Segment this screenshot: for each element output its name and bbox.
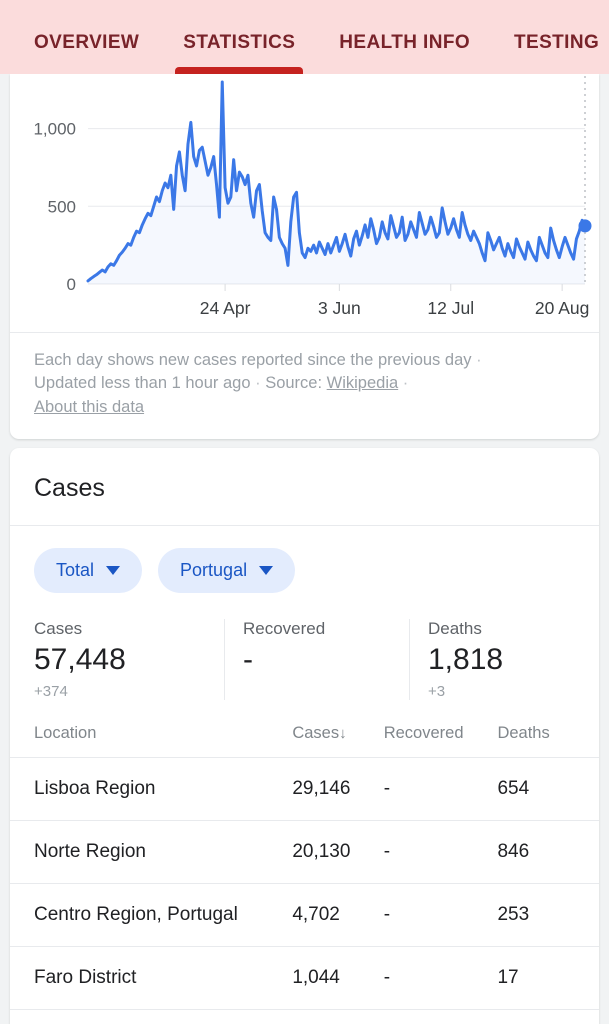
cell-deaths: 17 (497, 946, 599, 1010)
svg-text:3 Jun: 3 Jun (318, 298, 361, 318)
svg-text:0: 0 (67, 275, 76, 294)
chevron-down-icon (106, 566, 121, 576)
tab-statistics-label: STATISTICS (183, 32, 296, 53)
cell-recovered: - (384, 1009, 498, 1024)
tab-testing[interactable]: TESTING (492, 32, 609, 74)
cell-cases: 1,044 (292, 946, 384, 1010)
table-row[interactable]: Centro Region, Portugal 4,702-253 (10, 883, 599, 947)
footnote-sep-1: · (476, 351, 482, 369)
cell-recovered: - (383, 820, 498, 884)
svg-text:20 Aug: 20 Aug (535, 298, 590, 318)
cell-recovered: - (383, 757, 498, 821)
chip-portugal[interactable]: Portugal (158, 548, 296, 594)
chip-total-label: Total (56, 560, 95, 581)
tab-statistics[interactable]: STATISTICS (161, 32, 317, 74)
cases-card: Cases Total Portugal Cases 57,448 +374 R… (10, 448, 599, 1024)
footnote-sep-3: · (402, 374, 409, 393)
sort-descending-icon: ↓ (339, 724, 347, 742)
summary-stats: Cases 57,448 +374 Recovered - Deaths 1,8… (10, 615, 599, 718)
source-link-wikipedia[interactable]: Wikipedia (327, 374, 399, 392)
filter-chip-row: Total Portugal (10, 526, 599, 615)
svg-text:500: 500 (48, 197, 76, 216)
cell-location: Lisboa Region (10, 757, 293, 821)
cell-location: Centro Region, Portugal (10, 883, 293, 947)
stat-cases: Cases 57,448 +374 (34, 619, 224, 700)
stat-recovered-value: - (243, 643, 253, 677)
new-cases-chart[interactable]: 0 500 1,000 24 Apr 3 Jun 12 Jul 20 Aug (10, 74, 599, 332)
cell-cases: 20,130 (292, 820, 384, 884)
footnote-line1: Each day shows new cases reported since … (34, 351, 472, 369)
cell-deaths: 654 (497, 757, 599, 821)
cell-cases: 4,702 (292, 883, 384, 947)
tab-health-info-label: HEALTH INFO (339, 32, 470, 53)
table-row[interactable]: Alentejo Region906-22 (10, 1009, 599, 1024)
cell-recovered: - (383, 883, 498, 947)
cell-location: Norte Region (10, 820, 293, 884)
stat-deaths-value: 1,818 (428, 643, 504, 677)
table-row[interactable]: Lisboa Region 29,146-654 (10, 757, 599, 821)
chip-portugal-label: Portugal (180, 560, 248, 581)
cell-deaths: 22 (497, 1009, 599, 1024)
locations-table: Location Cases↓ Recovered Deaths Lisboa … (10, 717, 599, 1024)
svg-text:24 Apr: 24 Apr (200, 298, 251, 318)
cell-location: Faro District (10, 946, 293, 1010)
chart-footnote: Each day shows new cases reported since … (10, 332, 599, 439)
stat-deaths-label: Deaths (428, 619, 482, 639)
new-cases-line-chart-svg: 0 500 1,000 24 Apr 3 Jun 12 Jul 20 Aug (33, 76, 592, 318)
col-header-cases-label: Cases (292, 723, 340, 742)
cell-location: Alentejo Region (10, 1009, 292, 1024)
cell-deaths: 846 (497, 820, 599, 884)
locations-table-body: Lisboa Region 29,146-654 Norte Region 20,13… (10, 757, 599, 1024)
cell-deaths: 253 (497, 883, 599, 947)
footnote-sep-2: · (255, 374, 261, 393)
svg-text:1,000: 1,000 (33, 120, 76, 139)
stat-recovered: Recovered - (224, 619, 409, 700)
col-header-recovered[interactable]: Recovered (383, 717, 498, 758)
stat-cases-delta: +374 (34, 682, 68, 700)
about-this-data-link[interactable]: About this data (34, 398, 144, 416)
cell-cases: 906 (292, 1009, 383, 1024)
col-header-deaths[interactable]: Deaths (497, 717, 599, 758)
col-header-cases[interactable]: Cases↓ (292, 717, 384, 758)
stat-deaths-delta: +3 (428, 682, 446, 700)
tab-active-indicator (175, 67, 304, 74)
cases-card-title: Cases (10, 448, 599, 527)
stat-deaths: Deaths 1,818 +3 (409, 619, 589, 700)
tab-overview[interactable]: OVERVIEW (26, 32, 161, 74)
tab-health-info[interactable]: HEALTH INFO (317, 32, 492, 74)
svg-text:12 Jul: 12 Jul (427, 298, 474, 318)
table-row[interactable]: Faro District 1,044-17 (10, 946, 599, 1010)
footnote-source-label: Source: (265, 374, 323, 393)
tab-overview-label: OVERVIEW (34, 32, 140, 53)
chart-card: 0 500 1,000 24 Apr 3 Jun 12 Jul 20 Aug Each da… (10, 74, 599, 440)
stat-cases-label: Cases (34, 619, 83, 639)
stat-cases-value: 57,448 (34, 643, 126, 677)
cell-recovered: - (383, 946, 498, 1010)
table-header-row: Location Cases↓ Recovered Deaths (10, 717, 599, 758)
chevron-down-icon (259, 566, 274, 576)
tab-testing-label: TESTING (514, 32, 600, 53)
footnote-updated: Updated less than 1 hour ago (34, 374, 251, 393)
cell-cases: 29,146 (292, 757, 384, 821)
tab-bar: OVERVIEW STATISTICS HEALTH INFO TESTING … (0, 0, 609, 74)
covid-statistics-page: OVERVIEW STATISTICS HEALTH INFO TESTING … (0, 0, 609, 1024)
table-row[interactable]: Norte Region 20,130-846 (10, 820, 599, 884)
col-header-location[interactable]: Location (10, 717, 293, 758)
locations-table-head: Location Cases↓ Recovered Deaths (10, 717, 599, 758)
chip-total[interactable]: Total (34, 548, 143, 594)
stat-recovered-label: Recovered (243, 619, 326, 639)
